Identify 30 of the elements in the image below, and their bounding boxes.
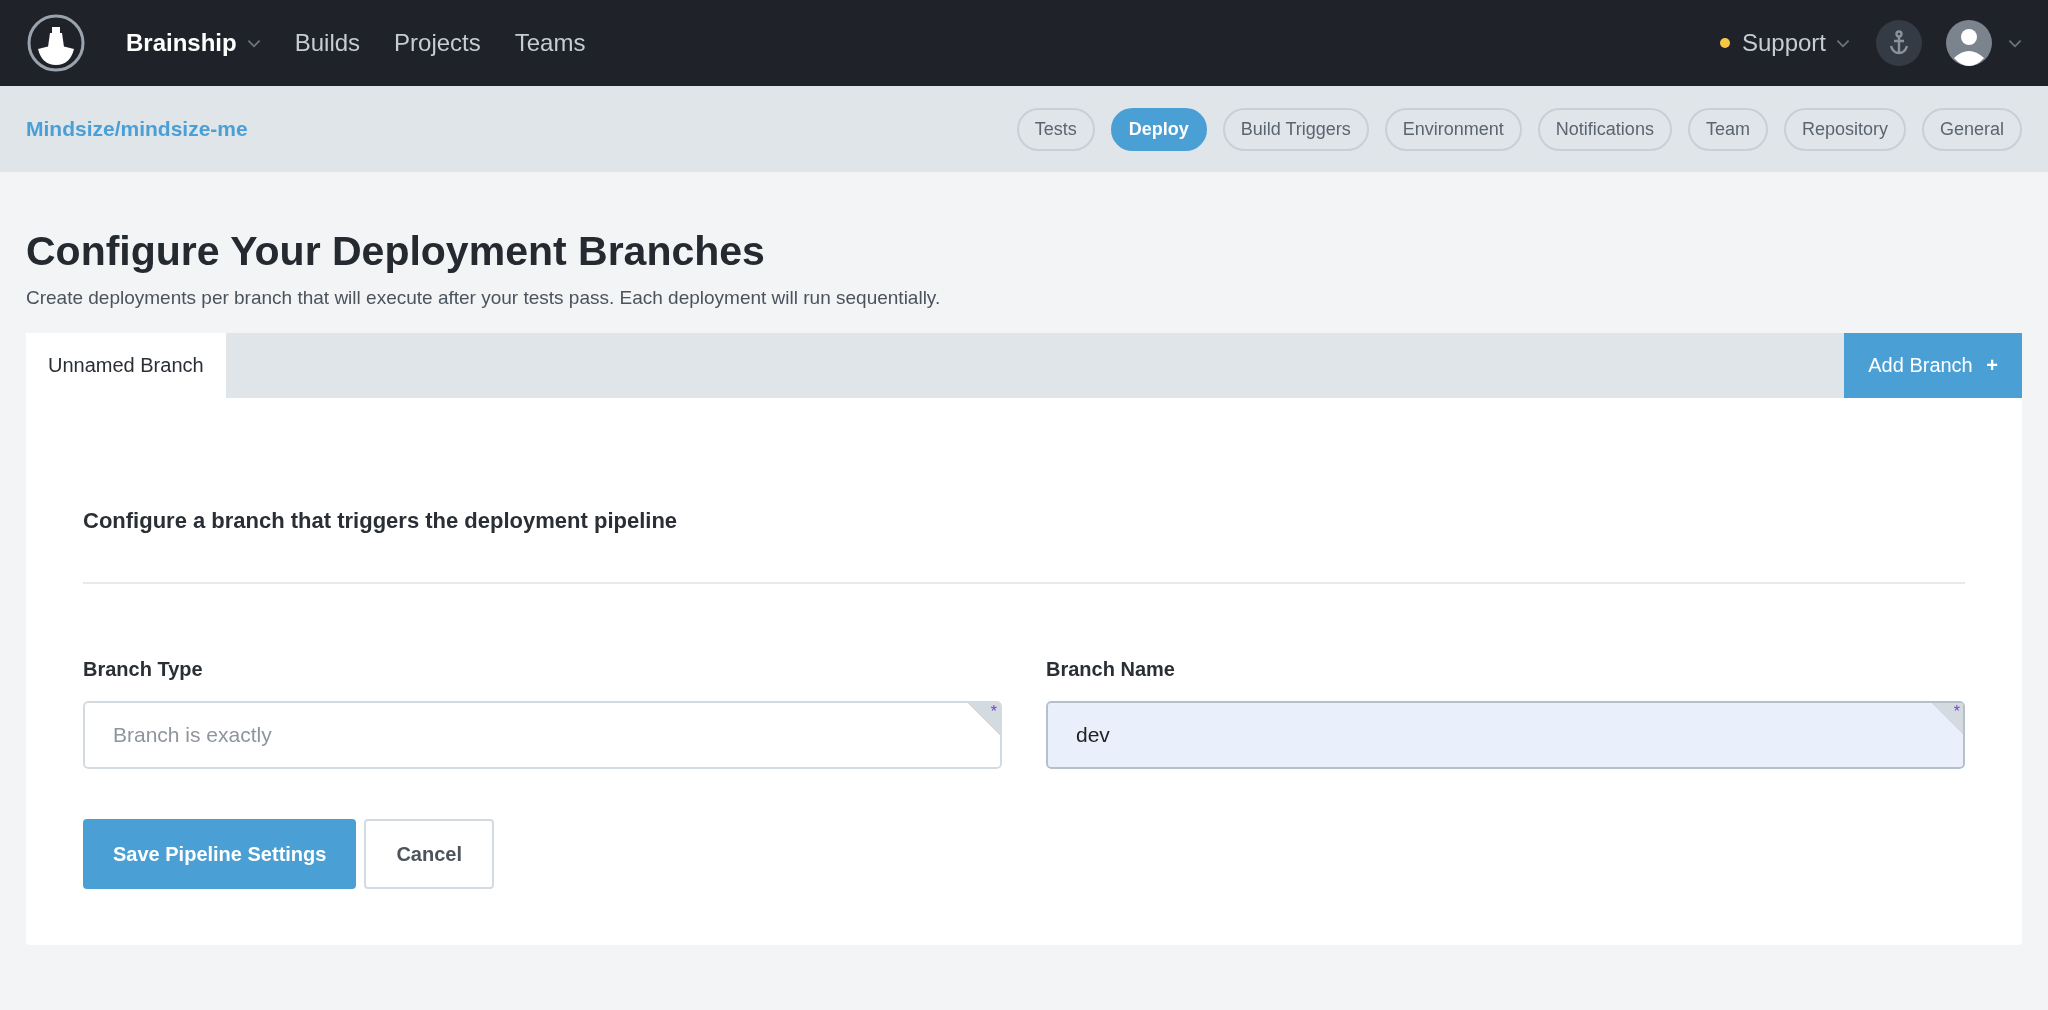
settings-tab[interactable]: Deploy bbox=[1110, 107, 1207, 151]
anchor-icon[interactable] bbox=[1876, 20, 1922, 66]
required-marker: * bbox=[1931, 703, 1963, 735]
support-menu[interactable]: Support bbox=[1741, 29, 1850, 57]
field-label: Branch Name bbox=[1046, 658, 1176, 681]
settings-tab[interactable]: Environment bbox=[1384, 107, 1522, 151]
settings-tab[interactable]: Notifications bbox=[1537, 107, 1672, 151]
page-title: Configure Your Deployment Branches bbox=[26, 228, 766, 275]
chevron-down-icon bbox=[1836, 38, 1850, 48]
page-subtitle: Create deployments per branch that will execute after your tests pass. Each deployment will run sequentially. bbox=[26, 287, 942, 309]
nav-link[interactable]: Builds bbox=[294, 29, 361, 57]
settings-tab[interactable]: General bbox=[1921, 107, 2022, 151]
settings-tab[interactable]: Tests bbox=[1016, 107, 1095, 151]
required-marker: * bbox=[968, 703, 1000, 735]
save-button[interactable]: Save Pipeline Settings bbox=[83, 819, 357, 889]
add-branch-button[interactable]: Add Branch + bbox=[1844, 333, 2022, 398]
cancel-button[interactable]: Cancel bbox=[364, 819, 494, 889]
chevron-down-icon[interactable] bbox=[2008, 38, 2022, 48]
nav-link[interactable]: Projects bbox=[394, 29, 481, 57]
branch-tab[interactable]: Unnamed Branch bbox=[26, 333, 226, 398]
field-label: Branch Type bbox=[83, 658, 204, 681]
settings-tab[interactable]: Team bbox=[1687, 107, 1768, 151]
organization-menu[interactable]: Brainship bbox=[126, 29, 261, 57]
nav-link[interactable]: Teams bbox=[514, 29, 586, 57]
chevron-down-icon bbox=[246, 38, 261, 48]
form-heading: Configure a branch that triggers the deployment pipeline bbox=[83, 508, 679, 534]
avatar-icon[interactable] bbox=[1946, 20, 1992, 66]
ship-logo-icon[interactable] bbox=[26, 13, 86, 73]
settings-tab[interactable]: Build Triggers bbox=[1222, 107, 1369, 151]
settings-tab[interactable]: Repository bbox=[1783, 107, 1906, 151]
